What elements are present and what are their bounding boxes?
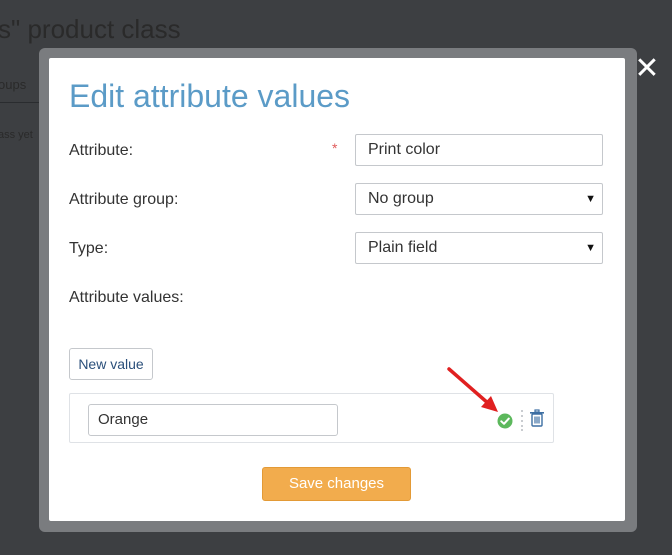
background-tab-groups[interactable]: oups [0,77,26,92]
attribute-name-input[interactable]: Print color [355,134,603,166]
attribute-group-label: Attribute group: [69,191,179,208]
background-page-title: s" product class [0,14,181,44]
chevron-down-icon: ▼ [585,242,596,254]
attribute-value-input[interactable]: Orange [88,404,338,436]
type-label: Type: [69,240,109,257]
type-select[interactable]: Plain field ▼ [355,232,603,264]
modal-title: Edit attribute values [69,78,351,114]
attribute-group-selected: No group [368,190,434,207]
close-icon[interactable]: ✕ [630,54,664,84]
type-selected: Plain field [368,239,438,256]
required-marker: * [332,140,338,156]
edit-attribute-modal: Edit attribute values Attribute: * Print… [49,58,625,521]
save-changes-button[interactable]: Save changes [262,467,411,501]
attribute-label: Attribute: [69,142,134,159]
new-value-button[interactable]: New value [69,348,153,380]
annotation-arrow [447,367,498,412]
background-divider [0,102,40,103]
chevron-down-icon: ▼ [585,193,596,205]
attribute-group-select[interactable]: No group ▼ [355,183,603,215]
background-empty-note: ass yet [0,129,33,141]
trash-icon[interactable] [529,409,545,427]
drag-handle-icon[interactable] [521,409,523,431]
attribute-values-label: Attribute values: [69,289,184,306]
